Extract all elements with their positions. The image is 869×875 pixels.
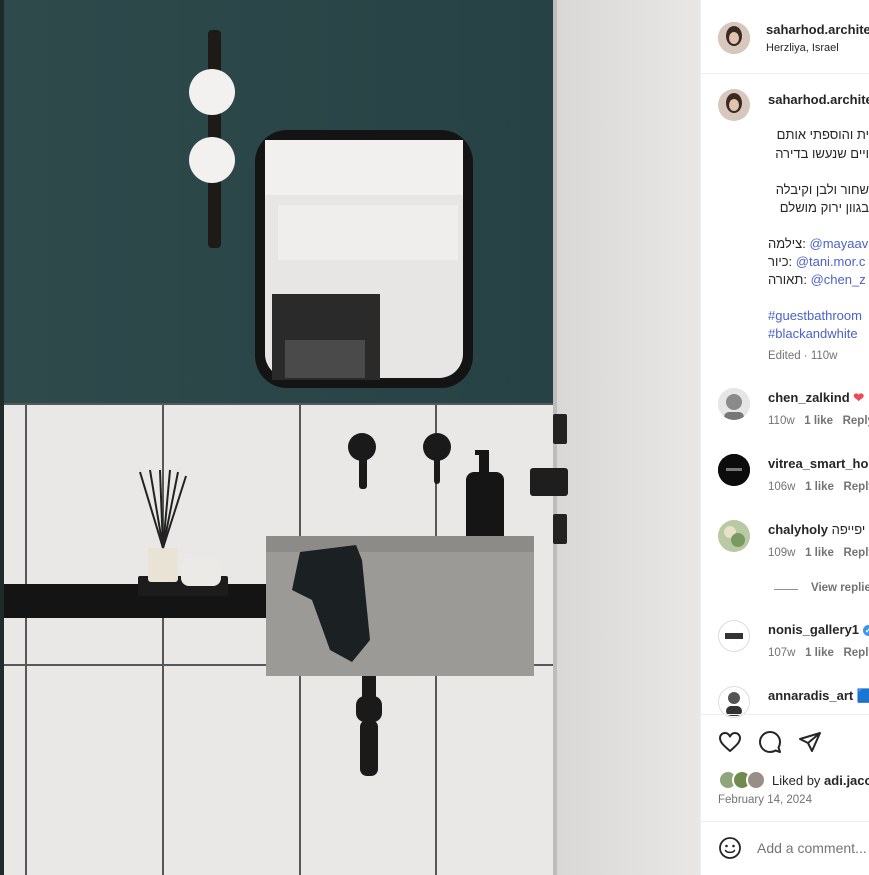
- hashtag-link[interactable]: #guestbathroom: [768, 308, 862, 323]
- credit-label: כיור:: [768, 254, 793, 269]
- credit-photo: צילמה: @mayaav: [768, 236, 868, 251]
- comment-username[interactable]: nonis_gallery1 ✓: [768, 622, 869, 637]
- comment-likes[interactable]: 1 like: [805, 481, 834, 493]
- view-replies-button[interactable]: View replies: [811, 582, 869, 594]
- comment-likes[interactable]: 1 like: [805, 547, 834, 559]
- liked-by-user[interactable]: adi.jacobs: [824, 773, 869, 788]
- comment-avatar[interactable]: [718, 520, 750, 552]
- comment-box-divider: [701, 821, 869, 822]
- caption-edited: Edited · 110w: [768, 350, 838, 362]
- view-replies-line: [774, 589, 798, 590]
- share-icon[interactable]: [798, 730, 822, 759]
- credit-lighting: תאורה: @chen_z: [768, 272, 866, 287]
- liked-by-avatars[interactable]: [718, 770, 770, 790]
- actions-divider: [701, 714, 869, 715]
- comment-meta: 107w 1 like Reply: [768, 647, 869, 659]
- caption-line: שחור ולבן וקיבלה: [775, 182, 869, 197]
- liked-by-text: Liked by adi.jacobs: [772, 773, 869, 788]
- post-photo: [0, 0, 700, 875]
- credit-handle[interactable]: @chen_z: [811, 272, 866, 287]
- credit-label: צילמה:: [768, 236, 806, 251]
- caption-avatar[interactable]: [718, 89, 750, 121]
- comment-input[interactable]: [757, 838, 869, 858]
- post-date[interactable]: February 14, 2024: [718, 794, 812, 806]
- hashtag-link[interactable]: #blackandwhite: [768, 326, 858, 341]
- emoji-icon[interactable]: [718, 836, 742, 865]
- credit-handle[interactable]: @tani.mor.c: [796, 254, 866, 269]
- reply-button[interactable]: Reply: [843, 647, 869, 659]
- bathroom-photo: [0, 0, 700, 875]
- comment-username[interactable]: chalyholy יפייפה: [768, 522, 865, 537]
- credit-handle[interactable]: @mayaav: [810, 236, 869, 251]
- credit-sink: כיור: @tani.mor.c: [768, 254, 865, 269]
- heart-emoji: ❤: [853, 390, 865, 405]
- comment-username[interactable]: chen_zalkind ❤: [768, 390, 864, 406]
- caption-line: ית והוספתי אותם: [776, 127, 869, 142]
- comment-meta: 106w 1 like Reply: [768, 481, 869, 493]
- author-avatar[interactable]: [718, 22, 750, 54]
- comment-icon[interactable]: [758, 730, 782, 759]
- comment-username[interactable]: annaradis_art 🟦: [768, 688, 869, 704]
- comment-text: יפייפה: [831, 522, 866, 537]
- author-username[interactable]: saharhod.architect: [766, 22, 869, 37]
- reply-button[interactable]: Reply: [843, 481, 869, 493]
- credit-label: תאורה:: [768, 272, 807, 287]
- header-divider: [701, 73, 869, 74]
- comment-avatar[interactable]: [718, 388, 750, 420]
- comment-likes[interactable]: 1 like: [804, 415, 833, 427]
- caption-line: ויים שנעשו בדירה: [775, 146, 869, 161]
- post-sidebar: saharhod.architect Herzliya, Israel saha…: [700, 0, 869, 875]
- author-location[interactable]: Herzliya, Israel: [766, 42, 839, 54]
- heart-icon[interactable]: [718, 730, 742, 759]
- comment-avatar[interactable]: [718, 454, 750, 486]
- reply-button[interactable]: Reply: [843, 415, 869, 427]
- comment-likes[interactable]: 1 like: [805, 647, 834, 659]
- flag-emoji: 🟦: [857, 688, 869, 703]
- comment-username[interactable]: vitrea_smart_home: [768, 456, 869, 471]
- caption-username[interactable]: saharhod.architect: [768, 92, 869, 107]
- reply-button[interactable]: Reply: [843, 547, 869, 559]
- comment-meta: 110w 1 like Reply: [768, 415, 869, 427]
- verified-badge-icon: ✓: [862, 625, 869, 637]
- comment-avatar[interactable]: [718, 620, 750, 652]
- comment-meta: 109w 1 like Reply: [768, 547, 869, 559]
- caption-line: בגוון ירוק מושלם: [779, 200, 869, 215]
